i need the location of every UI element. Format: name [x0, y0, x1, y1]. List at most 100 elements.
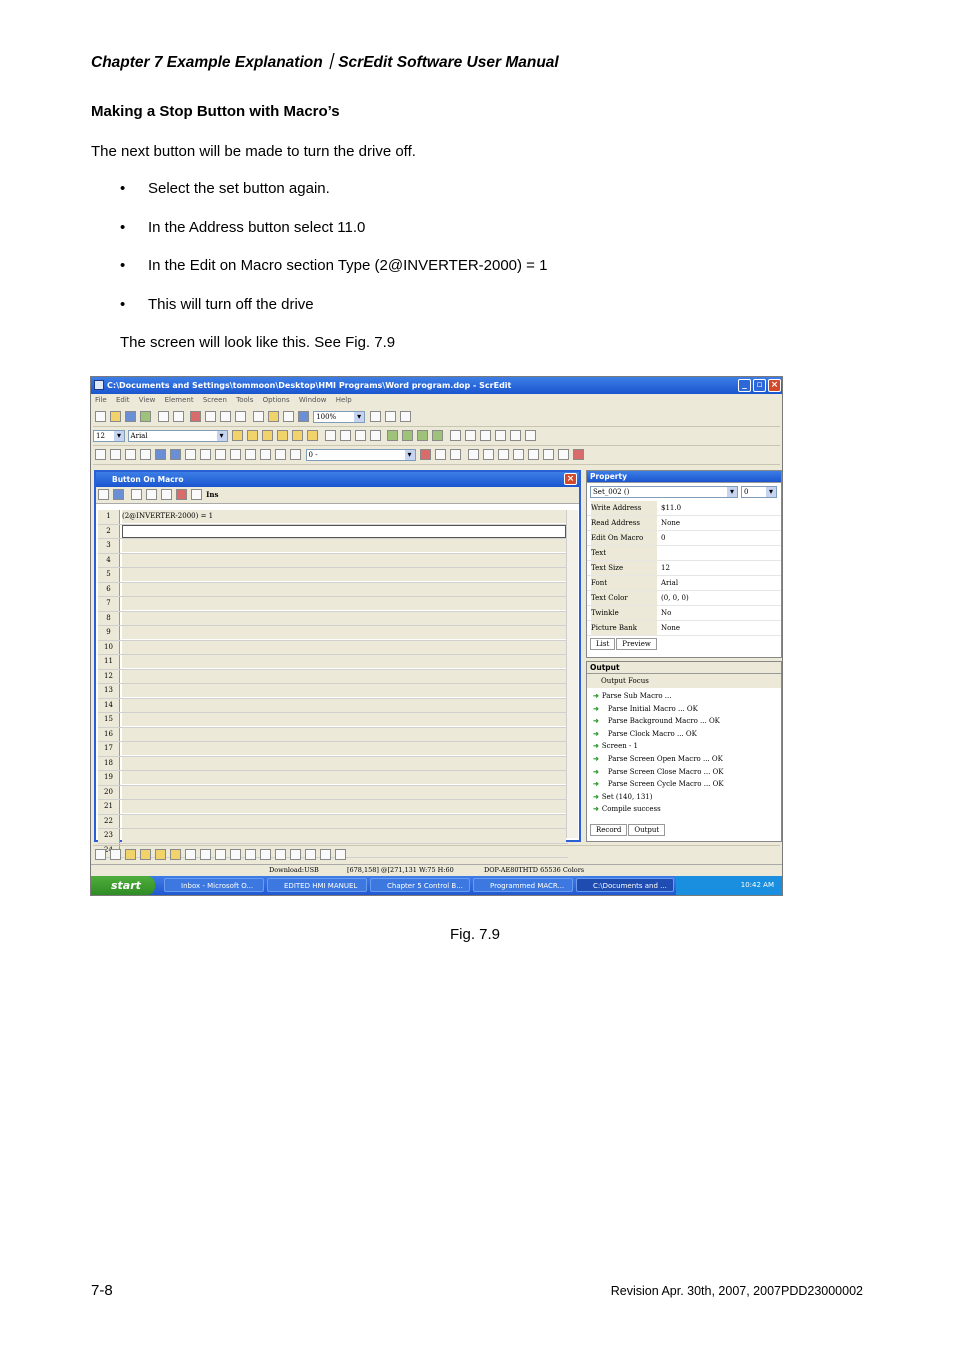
move-icon[interactable]: [417, 430, 429, 441]
menu-help[interactable]: Help: [336, 396, 352, 404]
table-row[interactable]: 22: [98, 814, 568, 829]
table-row[interactable]: 6: [98, 582, 568, 597]
property-value[interactable]: 0: [661, 531, 665, 545]
macro-line[interactable]: [122, 611, 566, 625]
find-icon[interactable]: [235, 411, 247, 422]
macro-line[interactable]: [122, 756, 566, 770]
menu-window[interactable]: Window: [299, 396, 327, 404]
align-top-icon[interactable]: [277, 430, 289, 441]
property-value[interactable]: 12: [661, 561, 670, 575]
macro-line[interactable]: [122, 553, 566, 567]
property-value[interactable]: Arial: [661, 576, 678, 590]
folder-icon[interactable]: [267, 411, 279, 422]
layout-icon[interactable]: [464, 430, 476, 441]
table-row[interactable]: 11: [98, 655, 568, 670]
table-row[interactable]: 12: [98, 669, 568, 684]
distribute-icon[interactable]: [245, 849, 256, 860]
save-icon[interactable]: [125, 411, 136, 422]
property-value[interactable]: $11.0: [661, 501, 681, 515]
table-row[interactable]: 19: [98, 771, 568, 786]
grid-icon[interactable]: [335, 849, 346, 860]
button-element-icon[interactable]: [95, 449, 106, 460]
copy-icon[interactable]: [205, 411, 217, 422]
align-center-icon[interactable]: [247, 430, 259, 441]
graph-element-icon[interactable]: [185, 449, 196, 460]
align-right-icon[interactable]: [262, 430, 274, 441]
tab-record[interactable]: Record: [590, 824, 628, 836]
redo-icon[interactable]: [172, 411, 184, 422]
close-icon[interactable]: ×: [768, 379, 781, 392]
insert-line-icon[interactable]: [160, 489, 172, 500]
tab-preview[interactable]: Preview: [616, 638, 657, 650]
keypad-element-icon[interactable]: [275, 449, 286, 460]
zoom-out-icon[interactable]: [384, 411, 396, 422]
macro-line[interactable]: [122, 539, 566, 552]
macro-line[interactable]: [122, 640, 566, 654]
table-row[interactable]: 2: [98, 524, 568, 539]
transfer-icon[interactable]: [557, 449, 569, 460]
macro-line[interactable]: [122, 669, 566, 683]
draw-icon[interactable]: [387, 430, 399, 441]
compile-icon[interactable]: [420, 449, 432, 460]
menu-edit[interactable]: Edit: [116, 396, 130, 404]
paste-icon[interactable]: [220, 411, 232, 422]
table-row[interactable]: 8: [98, 611, 568, 626]
layout-icon[interactable]: [509, 430, 521, 441]
open-folder-icon[interactable]: [110, 411, 121, 422]
property-row[interactable]: Text: [587, 546, 781, 561]
maximize-icon[interactable]: ▫: [753, 379, 766, 392]
align-icon[interactable]: [215, 849, 226, 860]
ungroup-icon[interactable]: [110, 849, 121, 860]
size-icon[interactable]: [320, 849, 331, 860]
table-row[interactable]: 18: [98, 756, 568, 771]
picture-element-icon[interactable]: [260, 449, 271, 460]
macro-line[interactable]: [122, 829, 566, 842]
same-height-icon[interactable]: [290, 849, 301, 860]
align-icon[interactable]: [185, 849, 196, 860]
move-up-icon[interactable]: [130, 489, 142, 500]
layout-icon[interactable]: [449, 430, 461, 441]
table-row[interactable]: 13: [98, 684, 568, 699]
macro-line[interactable]: [122, 597, 566, 610]
text-color-icon[interactable]: [324, 430, 336, 441]
macro-line[interactable]: [122, 655, 566, 668]
task-inbox[interactable]: Inbox - Microsoft O...: [164, 878, 264, 892]
delete-icon[interactable]: [175, 489, 187, 500]
meter-element-icon[interactable]: [110, 449, 121, 460]
align-bottom-icon[interactable]: [307, 430, 319, 441]
stop-icon[interactable]: [572, 449, 584, 460]
macro-line[interactable]: [122, 713, 566, 726]
macro-line[interactable]: (2@INVERTER-2000) = 1: [122, 510, 566, 523]
group-icon[interactable]: [95, 849, 106, 860]
macro-line[interactable]: [122, 698, 566, 712]
align-icon[interactable]: [230, 849, 241, 860]
layout-icon[interactable]: [494, 430, 506, 441]
object-index[interactable]: 0: [741, 486, 777, 498]
zoom-in-icon[interactable]: [369, 411, 381, 422]
table-row[interactable]: 1 (2@INVERTER-2000) = 1: [98, 510, 568, 525]
italic-icon[interactable]: [354, 430, 366, 441]
table-row[interactable]: 17: [98, 742, 568, 757]
save-icon[interactable]: [113, 489, 124, 500]
print-icon[interactable]: [282, 411, 294, 422]
menu-screen[interactable]: Screen: [203, 396, 227, 404]
table-row[interactable]: 20: [98, 785, 568, 800]
download-icon[interactable]: [435, 449, 447, 460]
macro-line[interactable]: [122, 582, 566, 596]
minimize-icon[interactable]: _: [738, 379, 751, 392]
menu-file[interactable]: File: [95, 396, 107, 404]
bold-icon[interactable]: [339, 430, 351, 441]
open-icon[interactable]: [98, 489, 109, 500]
start-button[interactable]: start: [91, 876, 155, 895]
menu-view[interactable]: View: [139, 396, 156, 404]
table-row[interactable]: 23: [98, 829, 568, 844]
property-value[interactable]: (0, 0, 0): [661, 591, 689, 605]
input-element-icon[interactable]: [200, 449, 211, 460]
zoom-fit-icon[interactable]: [399, 411, 411, 422]
macro-line[interactable]: [122, 684, 566, 697]
screen-icon[interactable]: [252, 411, 264, 422]
cut-icon[interactable]: [190, 411, 202, 422]
zoom-select[interactable]: 100%: [313, 411, 366, 423]
send-back-icon[interactable]: [140, 849, 151, 860]
menu-tools[interactable]: Tools: [236, 396, 253, 404]
